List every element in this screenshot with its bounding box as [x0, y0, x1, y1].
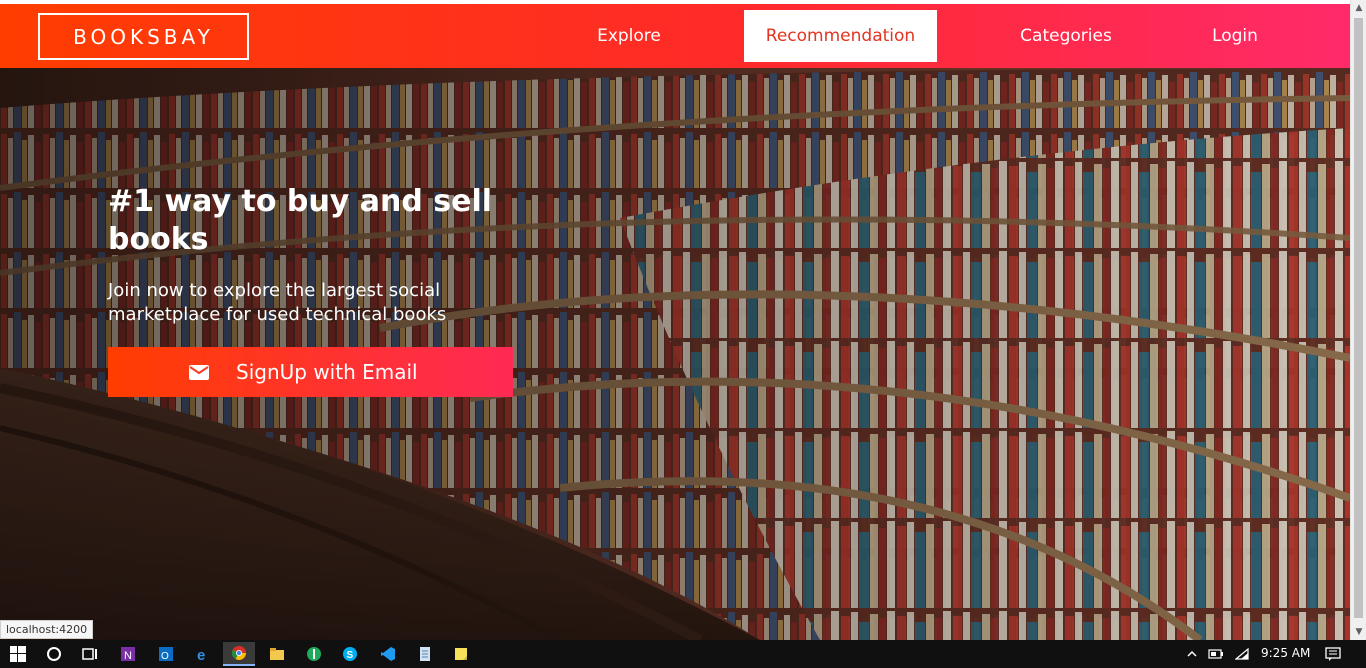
brand-logo[interactable]: BOOKSBAY: [38, 13, 249, 60]
nav-link-label: Login: [1212, 26, 1258, 46]
vertical-scrollbar[interactable]: ▲ ▼: [1350, 0, 1366, 640]
scroll-down-icon[interactable]: ▼: [1351, 624, 1366, 640]
notepad-icon[interactable]: [409, 642, 441, 666]
nav-link-recommendation[interactable]: Recommendation: [744, 10, 937, 62]
sticky-notes-icon[interactable]: [445, 642, 477, 666]
chrome-icon[interactable]: [223, 642, 255, 666]
action-center-icon[interactable]: [1325, 646, 1341, 662]
skype-icon[interactable]: S: [334, 642, 366, 666]
chevron-up-icon[interactable]: [1184, 646, 1200, 662]
wifi-icon[interactable]: [1234, 646, 1250, 662]
svg-text:O: O: [161, 651, 169, 662]
nav-link-label: Explore: [597, 26, 661, 46]
scroll-up-icon[interactable]: ▲: [1351, 0, 1366, 16]
hero-headline: #1 way to buy and sell books: [108, 184, 493, 257]
brand-name: BOOKSBAY: [73, 24, 214, 49]
svg-text:e: e: [197, 647, 205, 662]
nav-link-label: Categories: [1020, 26, 1112, 46]
taskbar-clock[interactable]: 9:25 AM: [1261, 646, 1310, 660]
navbar: BOOKSBAY Explore Recommendation Categori…: [0, 4, 1350, 68]
hero-subhead: Join now to explore the largest social m…: [108, 280, 447, 325]
windows-start-icon[interactable]: [2, 642, 34, 666]
vscode-icon[interactable]: [372, 642, 404, 666]
windows-taskbar: N O e S 9:25 AM: [0, 640, 1366, 668]
svg-text:N: N: [124, 650, 132, 662]
task-view-icon[interactable]: [74, 642, 106, 666]
status-url-tooltip: localhost:4200: [0, 620, 94, 639]
envelope-icon: [188, 361, 210, 383]
onenote-icon[interactable]: N: [112, 642, 144, 666]
nav-link-explore[interactable]: Explore: [580, 10, 678, 62]
file-explorer-icon[interactable]: [261, 642, 293, 666]
signup-email-label: SignUp with Email: [236, 360, 418, 384]
battery-icon[interactable]: [1208, 646, 1224, 662]
scrollbar-thumb[interactable]: [1354, 18, 1363, 618]
outlook-icon[interactable]: O: [150, 642, 182, 666]
cortana-icon[interactable]: [38, 642, 70, 666]
nav-link-login[interactable]: Login: [1196, 10, 1274, 62]
edge-icon[interactable]: e: [187, 642, 219, 666]
signup-email-button[interactable]: SignUp with Email: [108, 347, 513, 397]
nav-link-label: Recommendation: [765, 26, 916, 46]
app-green-icon[interactable]: [298, 642, 330, 666]
svg-text:S: S: [347, 650, 354, 661]
hero-section: #1 way to buy and sell books Join now to…: [0, 68, 1350, 640]
nav-link-categories[interactable]: Categories: [1005, 10, 1127, 62]
